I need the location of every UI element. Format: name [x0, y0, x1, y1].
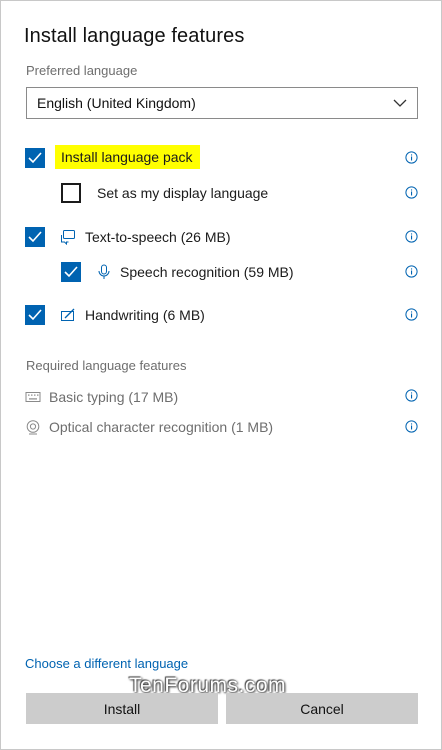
language-pack-label: Install language pack — [55, 145, 200, 169]
language-pack-checkbox[interactable] — [25, 148, 45, 168]
info-icon[interactable] — [405, 230, 418, 243]
text-to-speech-checkbox[interactable] — [25, 227, 45, 247]
handwriting-label: Handwriting (6 MB) — [85, 307, 205, 323]
required-row-ocr: Optical character recognition (1 MB) — [1, 414, 442, 440]
text-to-speech-label: Text-to-speech (26 MB) — [85, 229, 231, 245]
basic-typing-label: Basic typing (17 MB) — [49, 389, 179, 405]
chevron-down-icon — [393, 99, 407, 107]
ocr-label: Optical character recognition (1 MB) — [49, 419, 274, 435]
checkmark-icon — [28, 152, 42, 164]
feature-row-display-language: Set as my display language — [1, 180, 442, 206]
info-icon[interactable] — [405, 186, 418, 199]
info-icon[interactable] — [405, 420, 418, 433]
preferred-language-label: Preferred language — [26, 63, 138, 78]
required-row-basic-typing: Basic typing (17 MB) — [1, 383, 442, 409]
preferred-language-value: English (United Kingdom) — [37, 95, 196, 111]
feature-row-speech-recognition: Speech recognition (59 MB) — [1, 259, 442, 285]
cancel-button[interactable]: Cancel — [226, 693, 418, 724]
info-icon[interactable] — [405, 151, 418, 164]
required-features-label: Required language features — [26, 358, 187, 373]
choose-different-language-link[interactable]: Choose a different language — [25, 656, 188, 671]
display-language-checkbox[interactable] — [61, 183, 81, 203]
camera-icon — [26, 420, 40, 435]
display-language-label: Set as my display language — [97, 185, 269, 201]
keyboard-icon — [25, 392, 41, 402]
info-icon[interactable] — [405, 308, 418, 321]
feature-row-language-pack: Install language pack — [1, 145, 442, 171]
dialog-title: Install language features — [24, 25, 245, 47]
feature-row-text-to-speech: Text-to-speech (26 MB) — [1, 224, 442, 250]
checkmark-icon — [64, 266, 78, 278]
pen-icon — [61, 308, 75, 321]
speech-recognition-checkbox[interactable] — [61, 262, 81, 282]
install-language-features-dialog: Install language features Preferred lang… — [0, 0, 442, 750]
feature-row-handwriting: Handwriting (6 MB) — [1, 302, 442, 328]
speech-bubble-icon — [61, 230, 75, 245]
microphone-icon — [98, 264, 110, 279]
handwriting-checkbox[interactable] — [25, 305, 45, 325]
checkmark-icon — [28, 309, 42, 321]
info-icon[interactable] — [405, 265, 418, 278]
info-icon[interactable] — [405, 389, 418, 402]
preferred-language-select[interactable]: English (United Kingdom) — [26, 87, 418, 119]
checkmark-icon — [28, 231, 42, 243]
install-button[interactable]: Install — [26, 693, 218, 724]
speech-recognition-label: Speech recognition (59 MB) — [120, 264, 294, 280]
